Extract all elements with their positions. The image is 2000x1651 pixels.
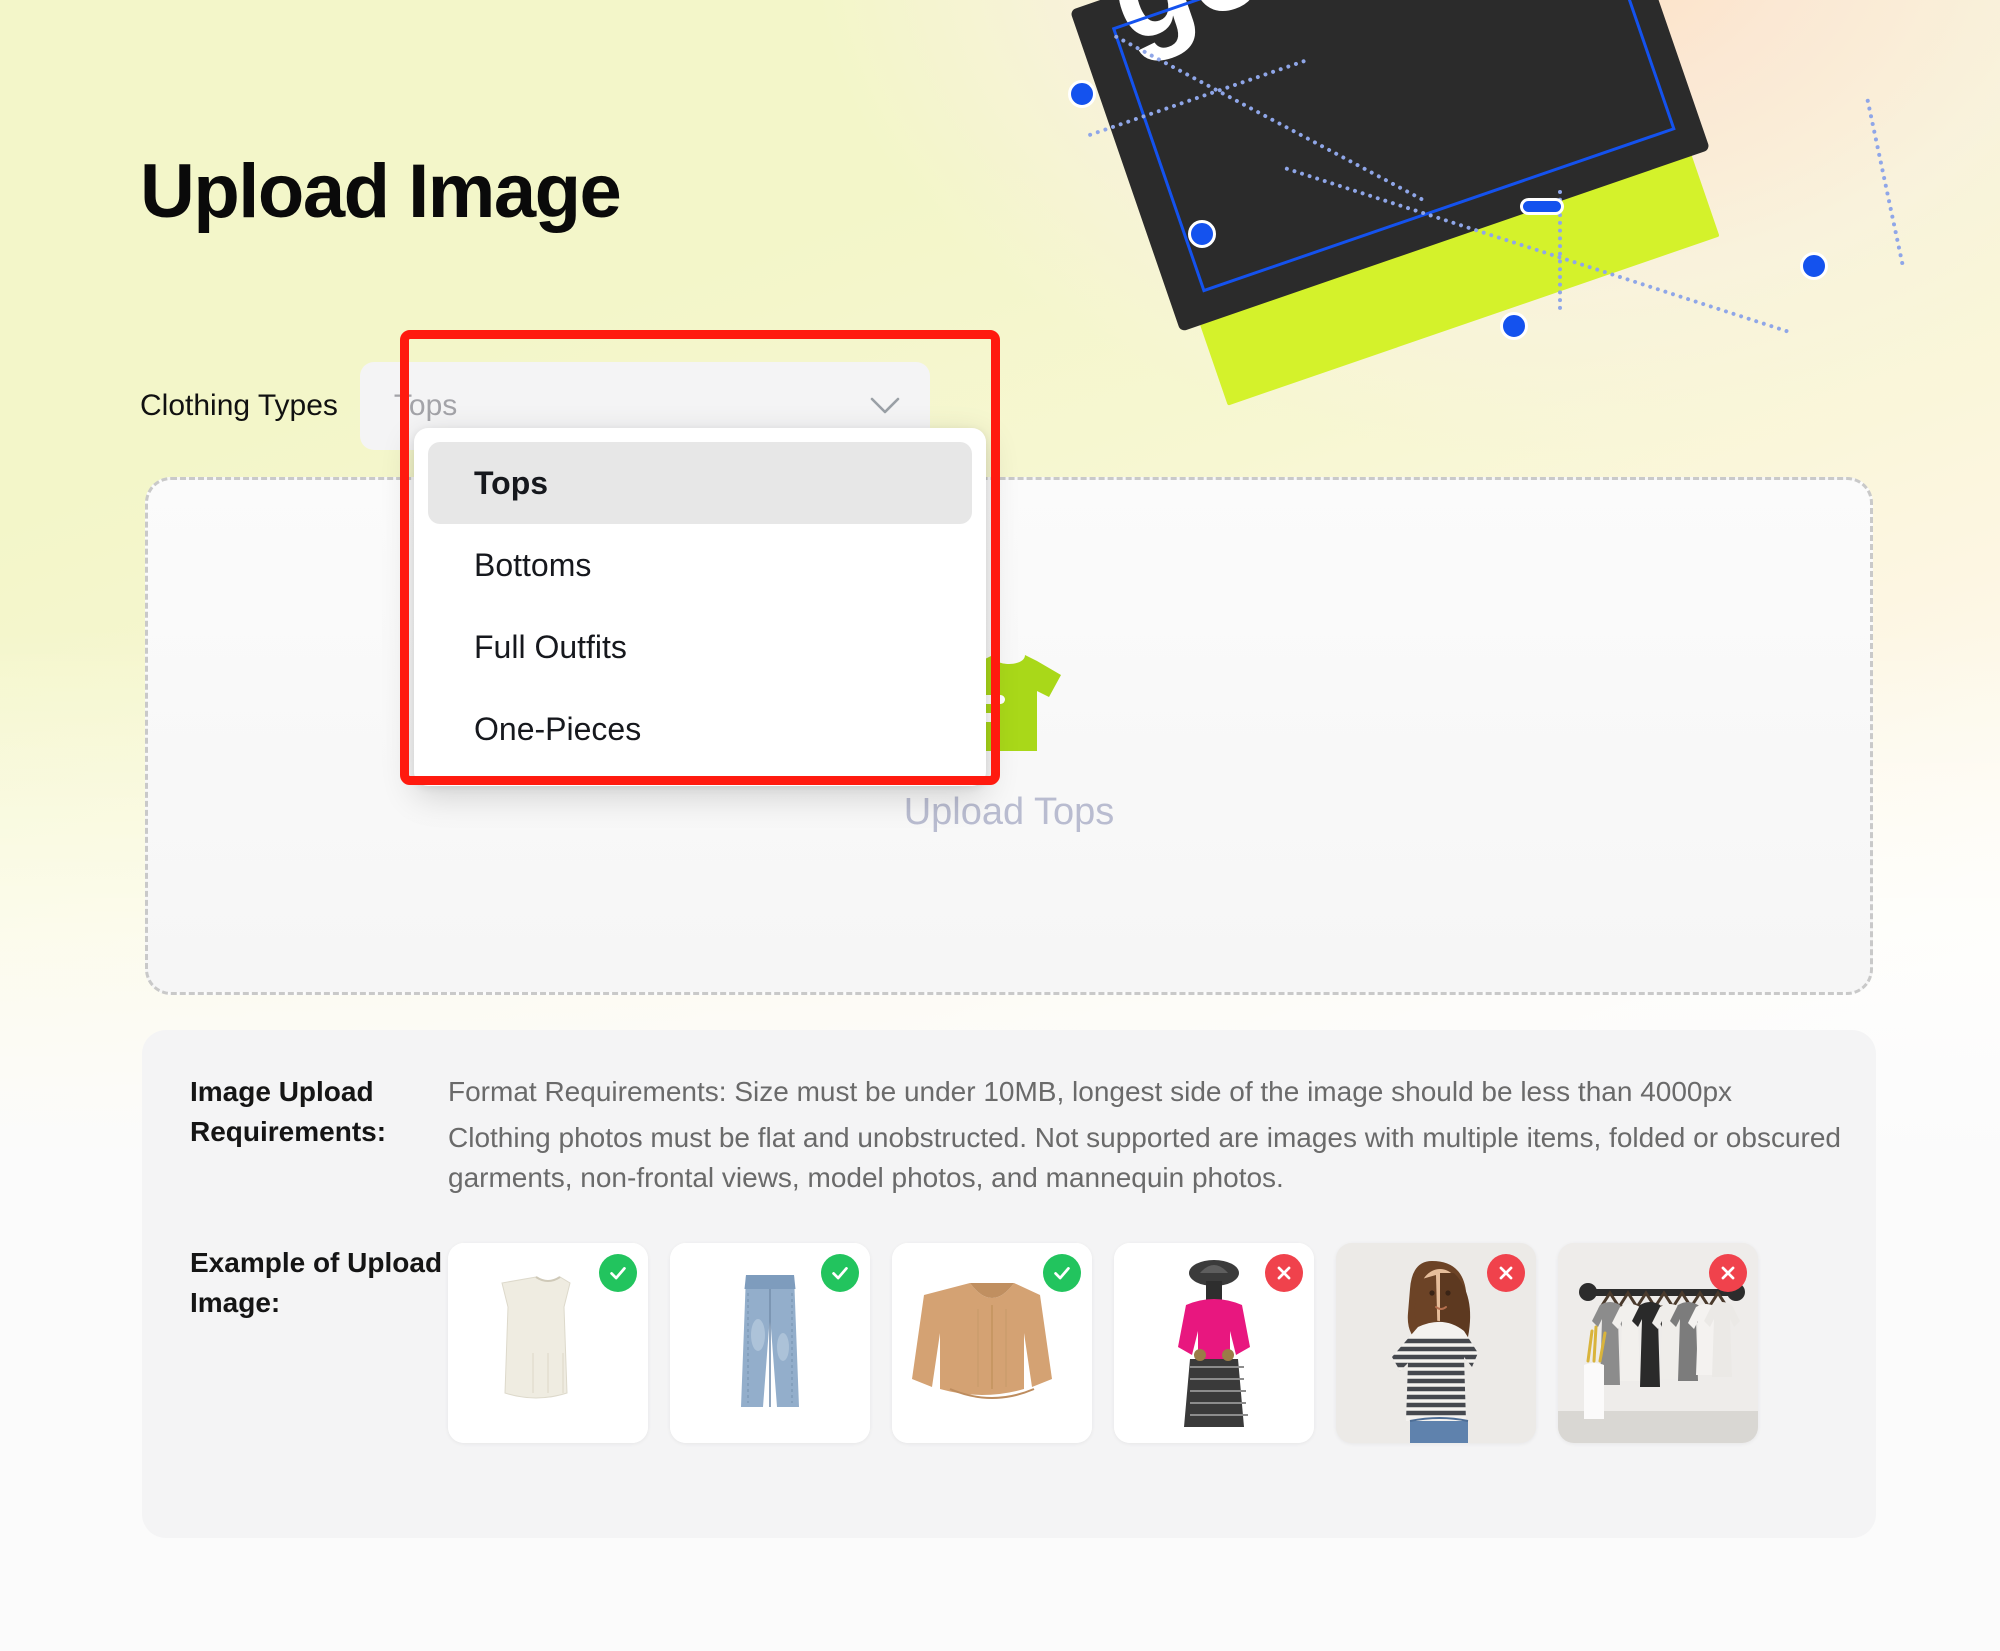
requirements-text: Format Requirements: Size must be under … bbox=[448, 1072, 1848, 1197]
example-thumb-tan-sweater[interactable] bbox=[892, 1243, 1092, 1444]
image-upload-requirements-panel: Image Upload Requirements: Format Requir… bbox=[142, 1030, 1876, 1538]
cross-icon bbox=[1265, 1254, 1303, 1293]
examples-row: Example of Upload Image: bbox=[190, 1243, 1876, 1444]
example-thumb-jeans[interactable] bbox=[670, 1243, 870, 1444]
dropdown-option-full-outfits[interactable]: Full Outfits bbox=[428, 606, 972, 688]
requirements-line-2: Clothing photos must be flat and unobstr… bbox=[448, 1121, 1841, 1193]
dropdown-option-bottoms[interactable]: Bottoms bbox=[428, 524, 972, 606]
clothing-types-selected-value: Tops bbox=[393, 389, 458, 422]
example-thumbnails bbox=[448, 1243, 1758, 1444]
chevron-down-icon bbox=[870, 397, 900, 415]
check-icon bbox=[1043, 1254, 1081, 1293]
example-thumb-model-photo[interactable] bbox=[1336, 1243, 1536, 1444]
requirements-label: Image Upload Requirements: bbox=[190, 1076, 387, 1147]
examples-label: Example of Upload Image: bbox=[190, 1247, 443, 1318]
requirements-row: Image Upload Requirements: Format Requir… bbox=[190, 1072, 1876, 1197]
dropdown-option-tops[interactable]: Tops bbox=[428, 442, 972, 524]
dropzone-label: Upload Tops bbox=[903, 790, 1115, 833]
example-thumb-mannequin[interactable] bbox=[1114, 1243, 1314, 1444]
upload-dropzone[interactable]: Upload Tops bbox=[145, 477, 1873, 995]
clothing-types-dropdown-menu[interactable]: Tops Bottoms Full Outfits One-Pieces bbox=[414, 428, 986, 786]
requirements-line-1: Format Requirements: Size must be under … bbox=[448, 1076, 1733, 1107]
clothing-types-label: Clothing Types bbox=[140, 389, 338, 422]
cross-icon bbox=[1487, 1254, 1525, 1293]
cross-icon bbox=[1709, 1254, 1747, 1293]
page-title: Upload Image bbox=[140, 149, 622, 234]
dropdown-option-one-pieces[interactable]: One-Pieces bbox=[428, 688, 972, 770]
check-icon bbox=[821, 1254, 859, 1293]
upload-page: Upload Image Clothing Types Tops Upload … bbox=[0, 0, 2000, 1651]
example-thumb-clothing-rack[interactable] bbox=[1558, 1243, 1758, 1444]
example-thumb-white-dress[interactable] bbox=[448, 1243, 648, 1444]
check-icon bbox=[599, 1254, 637, 1293]
